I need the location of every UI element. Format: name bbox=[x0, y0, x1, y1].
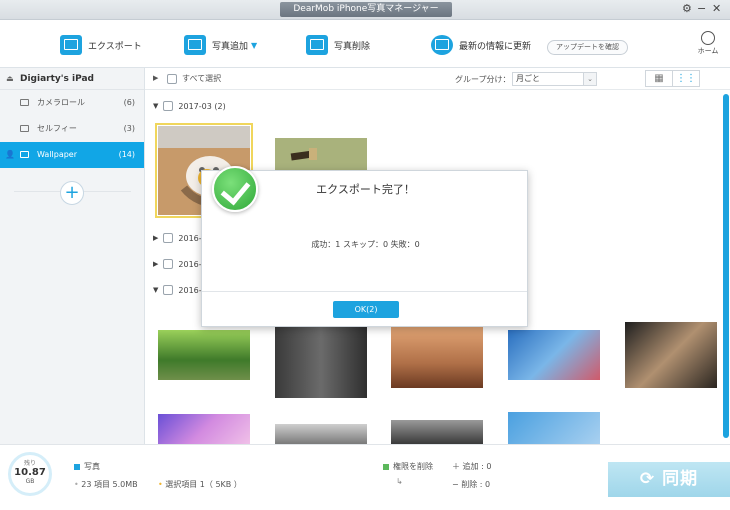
dialog-message: 成功：1 スキップ：0 失敗：0 bbox=[311, 240, 420, 249]
success-check-icon bbox=[212, 166, 258, 212]
dialog-divider bbox=[202, 291, 527, 292]
ok-button[interactable]: OK(2) bbox=[333, 301, 399, 318]
dialog-overlay: エクスポート完了！ 成功：1 スキップ：0 失敗：0 OK(2) bbox=[0, 0, 730, 510]
